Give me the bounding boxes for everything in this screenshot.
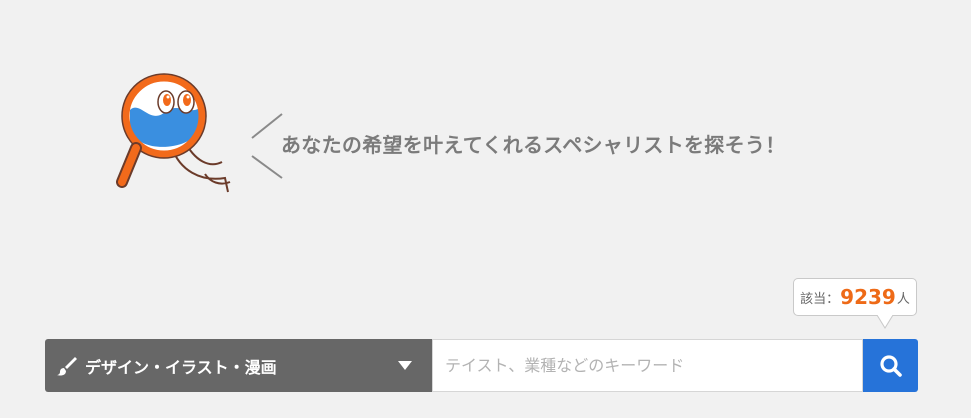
search-bar: デザイン・イラスト・漫画 <box>45 339 918 392</box>
brush-icon <box>57 356 77 376</box>
result-count-value: 9239 <box>840 285 896 309</box>
hero-headline: あなたの希望を叶えてくれるスペシャリストを探そう！ <box>281 133 786 157</box>
keyword-search-input[interactable] <box>432 339 863 392</box>
search-button[interactable] <box>863 339 918 392</box>
result-count-badge: 該当： 9239 人 <box>793 278 917 316</box>
category-select-label: デザイン・イラスト・漫画 <box>85 357 277 377</box>
result-count-prefix: 該当： <box>800 291 840 307</box>
result-count-suffix: 人 <box>896 291 910 307</box>
chevron-down-icon <box>398 361 412 370</box>
magnifier-mascot-icon <box>116 73 231 193</box>
search-icon <box>879 354 902 377</box>
category-select[interactable]: デザイン・イラスト・漫画 <box>45 339 432 392</box>
bubble-tail <box>877 315 893 329</box>
